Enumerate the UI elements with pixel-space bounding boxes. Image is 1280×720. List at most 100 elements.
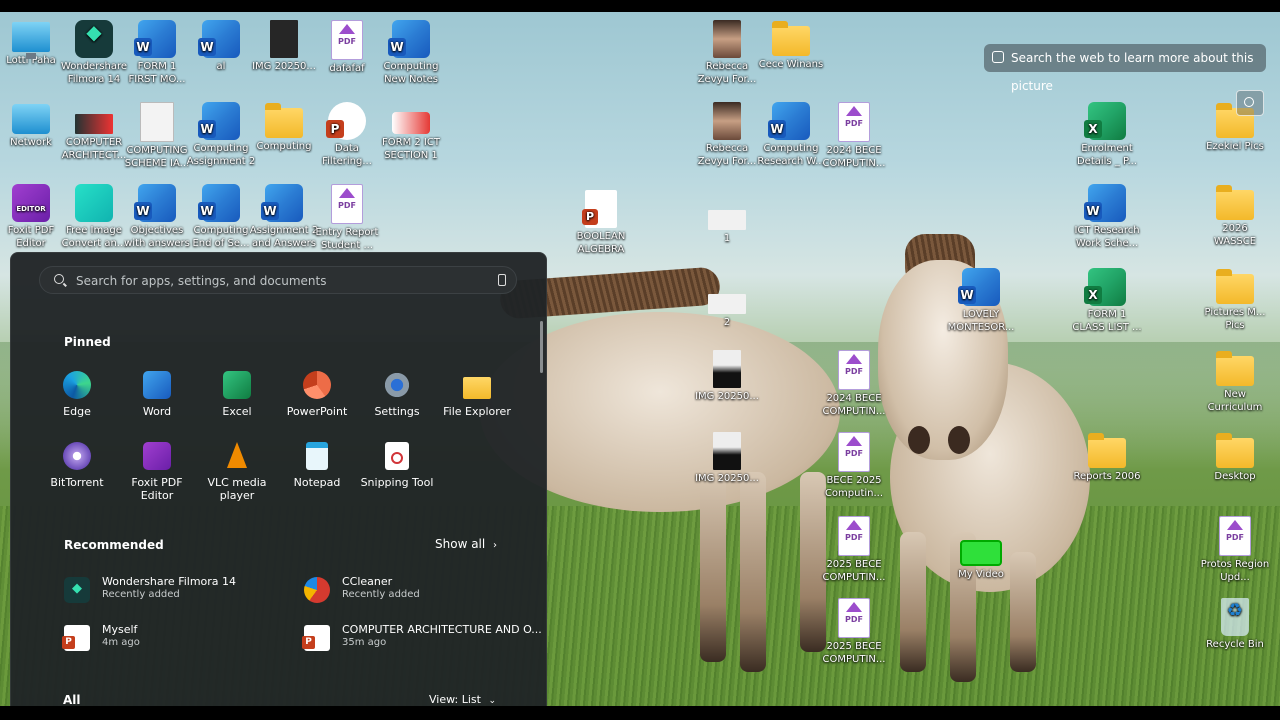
desktop-icon[interactable]: 2025 BECE COMPUTIN...	[819, 516, 889, 584]
desktop-icon[interactable]: Assignment 2 and Answers	[249, 184, 319, 250]
desktop-icon[interactable]: Computing End of Se...	[186, 184, 256, 250]
desktop-icon[interactable]: Desktop	[1200, 432, 1270, 483]
excel-icon	[223, 371, 251, 399]
desktop-icon-label: Computing Research W...	[757, 143, 825, 167]
folder-icon	[1216, 185, 1254, 220]
desktop-icon[interactable]: dafafaf	[312, 20, 382, 75]
desktop-icon-label: Enrolment Details _ P...	[1076, 143, 1138, 167]
desktop-icon[interactable]: 2	[692, 282, 762, 329]
desktop-icon[interactable]: Pictures M... Pics	[1200, 268, 1270, 332]
desktop-icon[interactable]: Entry Report Student ...	[312, 184, 382, 252]
desktop-icon[interactable]: 2026 WASSCE	[1200, 184, 1270, 248]
desktop-icon[interactable]: Wondershare Filmora 14	[59, 20, 129, 86]
lens-button[interactable]	[1236, 90, 1264, 116]
desktop-icon[interactable]: COMPUTER ARCHITECT...	[59, 102, 129, 162]
desktop-icon[interactable]: al	[186, 20, 256, 73]
desktop-icon[interactable]: FORM 1 FIRST MO...	[122, 20, 192, 86]
desktop-icon[interactable]: Reports 2006	[1072, 432, 1142, 483]
desktop-icon[interactable]: Network	[0, 102, 66, 149]
word-icon	[261, 184, 303, 222]
desktop-icon[interactable]: Computing Assignment 2	[186, 102, 256, 168]
word-icon	[388, 20, 430, 58]
start-search-box[interactable]	[39, 266, 517, 295]
desktop-icon[interactable]: Computing	[249, 102, 319, 153]
desktop-icon[interactable]: Enrolment Details _ P...	[1072, 102, 1142, 168]
pinned-app-label: Settings	[374, 405, 420, 418]
network-icon	[12, 104, 50, 134]
desktop-icon[interactable]: Computing Research W...	[756, 102, 826, 168]
desktop-icon-label: Objectives with answers	[124, 225, 190, 249]
desktop[interactable]: Lotti Paha Wondershare Filmora 14 FORM 1…	[0, 12, 1280, 706]
desktop-icon-label: FORM 1 FIRST MO...	[128, 61, 186, 85]
desktop-icon[interactable]: BECE 2025 Computin...	[819, 432, 889, 500]
desktop-icon-label: COMPUTING SCHEME IA...	[124, 145, 190, 169]
phone-link-icon[interactable]	[498, 274, 506, 286]
desktop-icon[interactable]: Cece Winans	[756, 20, 826, 71]
pdf-icon	[838, 102, 870, 142]
desktop-icon[interactable]: Data Filtering...	[312, 102, 382, 168]
desktop-icon[interactable]: FORM 2 ICT SECTION 1	[376, 102, 446, 162]
desktop-icon[interactable]: Objectives with answers	[122, 184, 192, 250]
pinned-app-foxit[interactable]: Foxit PDF Editor	[117, 442, 197, 502]
desktop-icon[interactable]: Foxit PDF Editor	[0, 184, 66, 250]
desktop-icon[interactable]: 2025 BECE COMPUTIN...	[819, 598, 889, 666]
desktop-icon[interactable]: 1	[692, 198, 762, 245]
desktop-icon[interactable]: My Video	[946, 528, 1016, 581]
desktop-icon[interactable]: Protos Region Upd...	[1200, 516, 1270, 584]
start-search-input[interactable]	[74, 267, 478, 295]
desktop-icon-label: Wondershare Filmora 14	[60, 61, 128, 85]
pinned-app-snipping-tool[interactable]: Snipping Tool	[357, 442, 437, 489]
show-all-button[interactable]: Show all ›	[435, 537, 497, 551]
desktop-icon[interactable]: Computing New Notes	[376, 20, 446, 86]
desktop-icon[interactable]: Recycle Bin	[1200, 598, 1270, 651]
pinned-app-label: BitTorrent	[50, 476, 104, 489]
desktop-icon[interactable]: IMG 20250...	[692, 350, 762, 403]
snipping-tool-icon	[385, 442, 409, 470]
pdf-icon	[331, 20, 363, 60]
image-file-icon	[708, 210, 746, 230]
recommended-subtitle: 4m ago	[102, 637, 140, 648]
desktop-icon[interactable]: IMG 20250...	[692, 432, 762, 485]
desktop-icon[interactable]: Rebecca Zevyu For...	[692, 20, 762, 86]
word-icon	[143, 371, 171, 399]
desktop-icon[interactable]: LOVELY MONTESOR...	[946, 268, 1016, 334]
visual-search-button[interactable]: Search the web to learn more about this …	[984, 44, 1266, 93]
desktop-icon[interactable]: New Curriculum	[1200, 350, 1270, 414]
desktop-icon[interactable]: 2024 BECE COMPUTIN...	[819, 350, 889, 418]
word-icon	[198, 20, 240, 58]
desktop-icon[interactable]: Lotti Paha	[0, 20, 66, 67]
desktop-icon[interactable]: COMPUTING SCHEME IA...	[122, 102, 192, 170]
desktop-icon[interactable]: IMG 20250...	[249, 20, 319, 73]
pinned-app-word[interactable]: Word	[117, 371, 197, 418]
view-mode-button[interactable]: View: List ⌄	[429, 693, 496, 706]
desktop-icon[interactable]: ICT Research Work Sche...	[1072, 184, 1142, 250]
pinned-app-label: PowerPoint	[286, 405, 348, 418]
pinned-app-settings[interactable]: Settings	[357, 371, 437, 418]
pinned-app-bittorrent[interactable]: BitTorrent	[37, 442, 117, 489]
pinned-app-file-explorer[interactable]: File Explorer	[437, 371, 517, 418]
powerpoint-icon	[302, 625, 330, 651]
desktop-icon-label: Rebecca Zevyu For...	[697, 61, 757, 85]
desktop-icon[interactable]: BOOLEAN ALGEBRA	[566, 190, 636, 256]
pinned-app-edge[interactable]: Edge	[37, 371, 117, 418]
powerpoint-icon	[303, 371, 331, 399]
folder-icon	[1216, 269, 1254, 304]
pinned-app-notepad[interactable]: Notepad	[277, 442, 357, 489]
chevron-down-icon: ⌄	[488, 696, 496, 706]
desktop-icon-label: dafafaf	[329, 63, 365, 74]
folder-icon	[265, 103, 303, 138]
desktop-icon-label: Computing New Notes	[383, 61, 439, 85]
pinned-app-excel[interactable]: Excel	[197, 371, 277, 418]
pdf-icon	[1219, 516, 1251, 556]
visual-search-icon	[992, 51, 1004, 63]
desktop-icon[interactable]: 2024 BECE COMPUTIN...	[819, 102, 889, 170]
start-scrollbar[interactable]	[540, 321, 543, 373]
desktop-icon[interactable]: Rebecca Zevyu For...	[692, 102, 762, 168]
pinned-app-powerpoint[interactable]: PowerPoint	[277, 371, 357, 418]
recommended-subtitle: Recently added	[342, 589, 420, 600]
pinned-app-vlc[interactable]: VLC media player	[197, 442, 277, 502]
word-icon	[134, 184, 176, 222]
desktop-icon[interactable]: Free Image Convert an...	[59, 184, 129, 250]
pdf-icon	[838, 598, 870, 638]
desktop-icon[interactable]: FORM 1 CLASS LIST ...	[1072, 268, 1142, 334]
